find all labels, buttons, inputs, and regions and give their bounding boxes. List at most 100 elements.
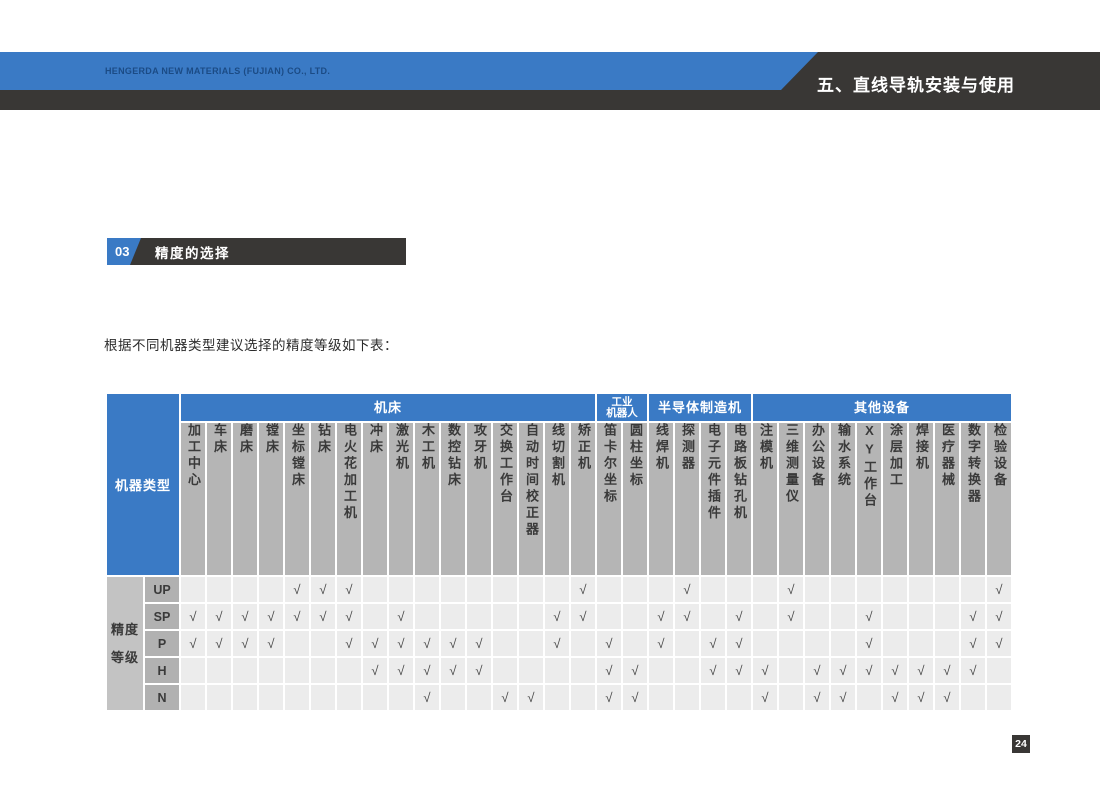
column-group-header: 半导体制造机: [649, 394, 751, 421]
empty-cell: [415, 604, 439, 629]
check-cell: √: [233, 604, 257, 629]
column-header: 圆柱坐标: [623, 423, 647, 575]
empty-cell: [753, 604, 777, 629]
check-cell: √: [519, 685, 543, 710]
empty-cell: [961, 685, 985, 710]
check-cell: √: [779, 577, 803, 602]
check-cell: √: [311, 577, 335, 602]
empty-cell: [571, 685, 595, 710]
column-header: 钻床: [311, 423, 335, 575]
column-header: 电子元件插件: [701, 423, 725, 575]
column-header: 镗床: [259, 423, 283, 575]
empty-cell: [389, 577, 413, 602]
check-cell: √: [883, 685, 907, 710]
empty-cell: [285, 658, 309, 683]
empty-cell: [857, 685, 881, 710]
section-header: 03 精度的选择: [107, 238, 406, 265]
grade-label: UP: [145, 577, 179, 602]
check-cell: √: [909, 685, 933, 710]
empty-cell: [779, 685, 803, 710]
check-cell: √: [831, 685, 855, 710]
empty-cell: [545, 658, 569, 683]
check-cell: √: [441, 658, 465, 683]
check-cell: √: [857, 604, 881, 629]
empty-cell: [831, 577, 855, 602]
empty-cell: [649, 658, 673, 683]
check-cell: √: [935, 658, 959, 683]
intro-text: 根据不同机器类型建议选择的精度等级如下表：: [104, 334, 398, 354]
check-cell: √: [701, 631, 725, 656]
check-cell: √: [181, 631, 205, 656]
empty-cell: [909, 604, 933, 629]
check-cell: √: [389, 604, 413, 629]
empty-cell: [441, 577, 465, 602]
check-cell: √: [441, 631, 465, 656]
column-header: 涂层加工: [883, 423, 907, 575]
check-cell: √: [597, 685, 621, 710]
check-cell: √: [623, 658, 647, 683]
check-cell: √: [649, 604, 673, 629]
column-header: 办公设备: [805, 423, 829, 575]
check-cell: √: [909, 658, 933, 683]
empty-cell: [363, 685, 387, 710]
column-header: 数控钻床: [441, 423, 465, 575]
empty-cell: [181, 577, 205, 602]
check-cell: √: [701, 658, 725, 683]
check-cell: √: [467, 658, 491, 683]
page-number-badge: 24: [1012, 735, 1030, 753]
empty-cell: [883, 604, 907, 629]
empty-cell: [545, 577, 569, 602]
empty-cell: [961, 577, 985, 602]
check-cell: √: [181, 604, 205, 629]
column-header: 激光机: [389, 423, 413, 575]
check-cell: √: [415, 685, 439, 710]
empty-cell: [623, 577, 647, 602]
check-cell: √: [935, 685, 959, 710]
empty-cell: [571, 631, 595, 656]
empty-cell: [441, 604, 465, 629]
empty-cell: [805, 604, 829, 629]
empty-cell: [727, 685, 751, 710]
column-header: 坐标镗床: [285, 423, 309, 575]
empty-cell: [831, 604, 855, 629]
column-header: 注模机: [753, 423, 777, 575]
check-cell: √: [675, 604, 699, 629]
empty-cell: [415, 577, 439, 602]
empty-cell: [311, 685, 335, 710]
empty-cell: [883, 631, 907, 656]
column-header: 焊接机: [909, 423, 933, 575]
grade-row: P√√√√√√√√√√√√√√√√√√: [107, 631, 1011, 656]
empty-cell: [519, 631, 543, 656]
check-cell: √: [467, 631, 491, 656]
empty-cell: [519, 658, 543, 683]
header-blue-banner: HENGERDA NEW MATERIALS (FUJIAN) CO., LTD…: [0, 52, 818, 90]
empty-cell: [753, 631, 777, 656]
empty-cell: [493, 658, 517, 683]
empty-cell: [207, 658, 231, 683]
check-cell: √: [259, 631, 283, 656]
empty-cell: [207, 577, 231, 602]
check-cell: √: [363, 658, 387, 683]
column-header: 交换工作台: [493, 423, 517, 575]
check-cell: √: [389, 631, 413, 656]
check-cell: √: [623, 685, 647, 710]
grade-row: H√√√√√√√√√√√√√√√√√: [107, 658, 1011, 683]
column-header: 检验设备: [987, 423, 1011, 575]
check-cell: √: [857, 658, 881, 683]
empty-cell: [701, 685, 725, 710]
empty-cell: [519, 604, 543, 629]
empty-cell: [623, 631, 647, 656]
empty-cell: [675, 685, 699, 710]
check-cell: √: [883, 658, 907, 683]
empty-cell: [233, 658, 257, 683]
check-cell: √: [363, 631, 387, 656]
empty-cell: [233, 685, 257, 710]
empty-cell: [727, 577, 751, 602]
empty-cell: [493, 631, 517, 656]
empty-cell: [467, 604, 491, 629]
empty-cell: [467, 685, 491, 710]
check-cell: √: [961, 631, 985, 656]
empty-cell: [467, 577, 491, 602]
check-cell: √: [285, 577, 309, 602]
empty-cell: [311, 658, 335, 683]
